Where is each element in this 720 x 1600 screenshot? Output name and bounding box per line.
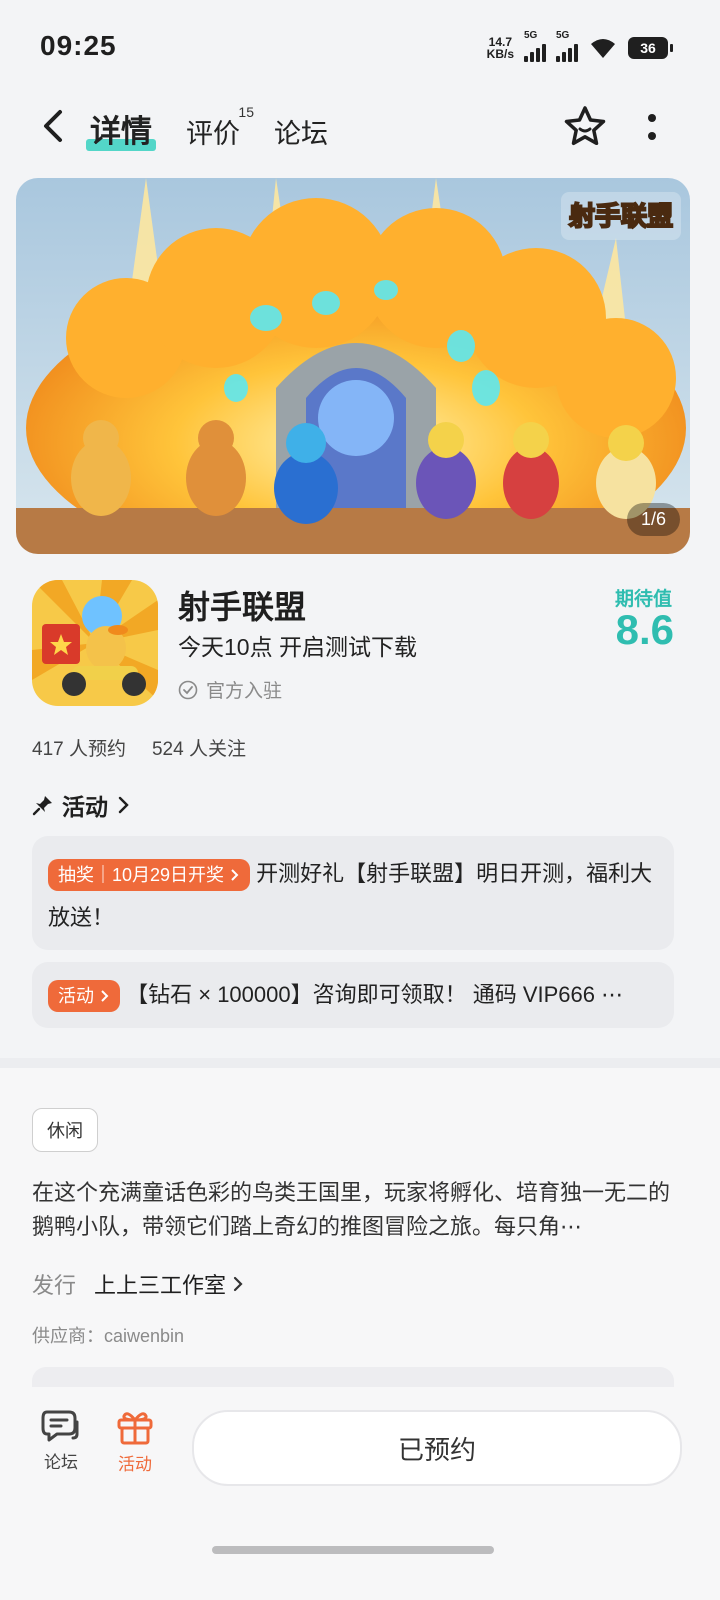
app-icon <box>32 580 158 706</box>
top-nav: 详情 评价 15 论坛 <box>0 92 720 172</box>
genre-tag[interactable]: 休闲 <box>32 1108 98 1152</box>
activity-pill-label: 抽奖｜10月29日开奖 <box>58 865 225 885</box>
signal-icon-2: 5G <box>556 30 578 62</box>
chevron-right-icon <box>101 990 109 1002</box>
activity-pill: 抽奖｜10月29日开奖 <box>48 859 251 891</box>
check-circle-icon <box>178 680 198 699</box>
home-indicator[interactable] <box>212 1546 494 1554</box>
activity-content: 活动 【钻石 × 100000】咨询即可领取！ 通码 VIP666 ⋯ <box>48 977 660 1012</box>
activity-pill: 活动 <box>48 980 120 1012</box>
activity-shortcut[interactable]: 活动 <box>100 1408 170 1475</box>
wifi-icon <box>591 39 615 58</box>
app-icon-image <box>32 580 158 706</box>
bottom-action-bar: 论坛 活动 已预约 <box>0 1390 720 1520</box>
activity-shortcut-label: 活动 <box>118 1455 152 1474</box>
sim1-label: 5G <box>524 30 538 41</box>
net-speed-unit: KB/s <box>486 47 514 61</box>
official-badge-label: 官方入驻 <box>206 681 283 702</box>
tab-details-label: 详情 <box>90 114 152 149</box>
publisher-row[interactable]: 发行 上上三工作室 <box>32 1268 246 1300</box>
sim2-label: 5G <box>556 30 570 41</box>
reserve-count: 417 人预约 <box>32 739 126 760</box>
gift-icon <box>117 1412 153 1445</box>
status-bar: 09:25 14.7 KB/s 5G 5G 36 <box>0 0 720 90</box>
screenshot-carousel[interactable]: 射手联盟 1/6 <box>16 178 690 554</box>
activity-card[interactable]: 活动 【钻石 × 100000】咨询即可领取！ 通码 VIP666 ⋯ <box>32 962 674 1028</box>
more-options-icon[interactable] <box>640 108 664 148</box>
activity-card[interactable]: 抽奖｜10月29日开奖 开测好礼【射手联盟】明日开测，福利大放送！ <box>32 836 674 950</box>
tab-reviews[interactable]: 评价 15 <box>186 104 254 151</box>
activity-section-title: 活动 <box>62 794 108 820</box>
status-time: 09:25 <box>40 30 117 61</box>
official-badge: 官方入驻 <box>178 676 282 703</box>
back-arrow-icon[interactable] <box>36 108 72 144</box>
follower-count: 524 人关注 <box>151 739 246 760</box>
net-speed: 14.7 KB/s <box>487 36 514 60</box>
reserved-button[interactable]: 已预约 <box>192 1410 682 1486</box>
forum-chat-icon <box>41 1410 79 1442</box>
tab-details[interactable]: 详情 <box>86 106 156 151</box>
next-card-peek <box>32 1367 674 1387</box>
app-subtitle: 今天10点 开启测试下载 <box>178 634 417 660</box>
game-description[interactable]: 在这个充满童话色彩的鸟类王国里，玩家将孵化、培育独一无二的鹅鸭小队，带领它们踏上… <box>32 1176 672 1244</box>
status-icons: 14.7 KB/s 5G 5G 36 <box>487 30 673 62</box>
carousel-counter: 1/6 <box>626 503 680 536</box>
battery-icon: 36 <box>628 37 673 59</box>
chevron-right-icon <box>233 1276 243 1292</box>
vendor-info: 供应商：caiwenbin <box>32 1326 185 1346</box>
banner-image: 射手联盟 <box>16 178 690 554</box>
expectation-score: 8.6 <box>615 606 674 653</box>
publisher-label: 发行 <box>32 1273 77 1298</box>
activity-section-header[interactable]: 活动 <box>32 788 132 822</box>
tab-reviews-label: 评价 <box>186 119 240 149</box>
chevron-right-icon <box>118 796 129 814</box>
reviews-count-badge: 15 <box>238 104 254 120</box>
tab-bar: 详情 评价 15 论坛 <box>86 104 328 151</box>
forum-shortcut-label: 论坛 <box>44 1453 78 1472</box>
publisher-name: 上上三工作室 <box>94 1273 227 1298</box>
tab-forum-label: 论坛 <box>274 119 328 149</box>
app-stats: 417 人预约 524 人关注 <box>32 734 246 761</box>
section-divider <box>0 1058 720 1068</box>
pin-icon <box>32 796 52 816</box>
tab-forum[interactable]: 论坛 <box>274 112 328 151</box>
banner-logo-text: 射手联盟 <box>568 202 673 232</box>
forum-shortcut[interactable]: 论坛 <box>26 1408 96 1473</box>
battery-level: 36 <box>640 40 656 56</box>
activity-pill-label: 活动 <box>58 986 94 1006</box>
app-name: 射手联盟 <box>178 589 307 625</box>
activity-content: 抽奖｜10月29日开奖 开测好礼【射手联盟】明日开测，福利大放送！ <box>48 852 660 940</box>
chevron-right-icon <box>231 869 239 881</box>
signal-icon: 5G <box>524 30 546 62</box>
activity-text: 【钻石 × 100000】咨询即可领取！ 通码 VIP666 ⋯ <box>126 982 624 1007</box>
favorite-star-icon[interactable] <box>562 104 608 150</box>
